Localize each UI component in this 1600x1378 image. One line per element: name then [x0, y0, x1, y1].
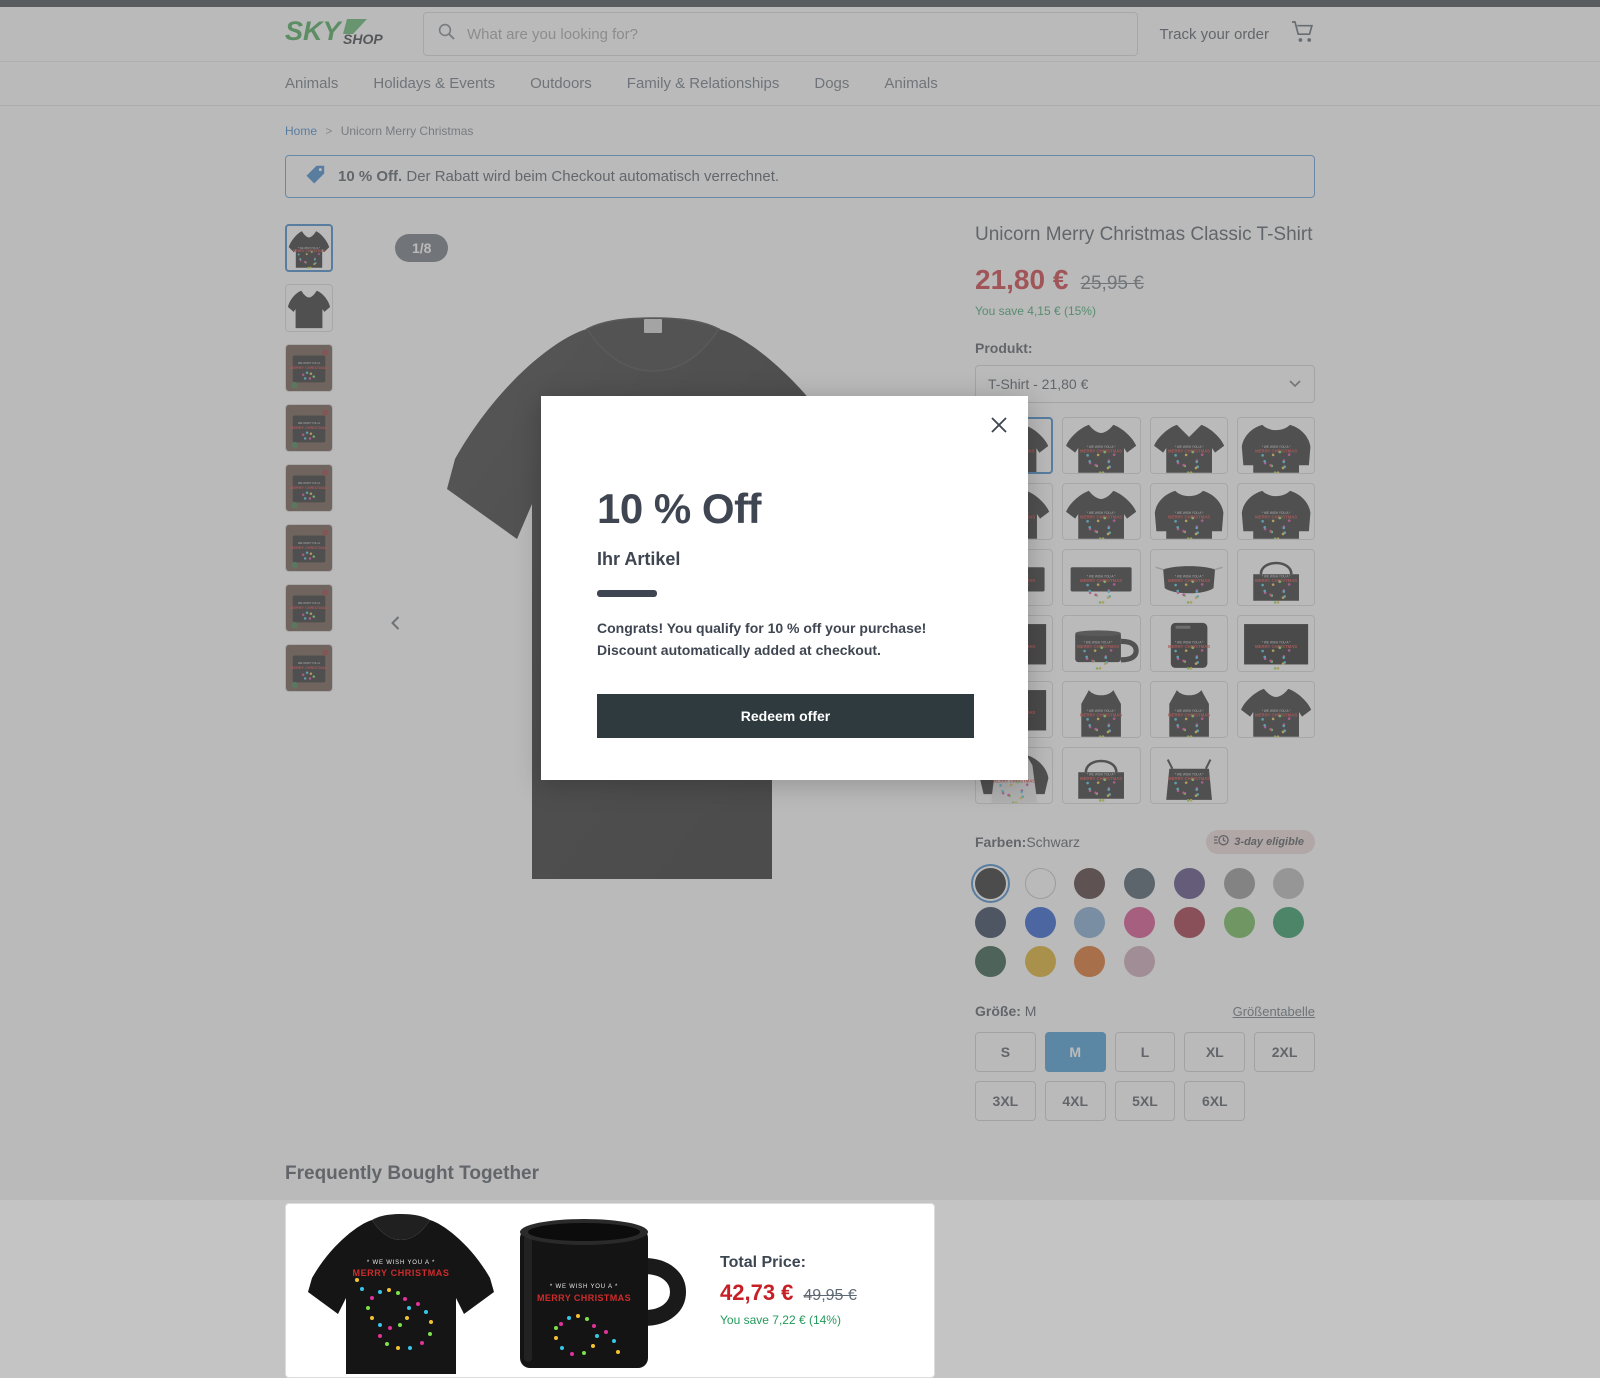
- offer-modal: 10 % Off Ihr Artikel Congrats! You quali…: [541, 396, 1028, 780]
- redeem-offer-button[interactable]: Redeem offer: [597, 694, 974, 739]
- fbt-total-original: 49,95 €: [803, 1287, 857, 1304]
- svg-text:* WE WISH YOU A *: * WE WISH YOU A *: [550, 1284, 618, 1290]
- fbt-pricing: Total Price: 42,73 € 49,95 € You save 7,…: [720, 1254, 857, 1327]
- modal-subheading: Ihr Artikel: [597, 549, 681, 569]
- svg-text:* WE WISH YOU A *: * WE WISH YOU A *: [367, 1260, 435, 1266]
- fbt-total-label: Total Price:: [720, 1254, 806, 1271]
- fbt-total-savings: You save 7,22 € (14%): [720, 1313, 841, 1327]
- svg-text:MERRY CHRISTMAS: MERRY CHRISTMAS: [352, 1268, 449, 1278]
- fbt-mug-image[interactable]: * WE WISH YOU A * MERRY CHRISTMAS: [506, 1206, 696, 1376]
- svg-text:MERRY CHRISTMAS: MERRY CHRISTMAS: [537, 1293, 631, 1303]
- modal-body-text: Congrats! You qualify for 10 % off your …: [597, 620, 927, 658]
- modal-divider: [597, 590, 657, 597]
- close-icon: [991, 417, 1007, 433]
- fbt-tshirt-image[interactable]: * WE WISH YOU A * MERRY CHRISTMAS: [306, 1206, 496, 1376]
- modal-close-button[interactable]: [984, 410, 1014, 440]
- modal-heading: 10 % Off: [597, 485, 762, 532]
- fbt-total-current: 42,73 €: [720, 1280, 794, 1305]
